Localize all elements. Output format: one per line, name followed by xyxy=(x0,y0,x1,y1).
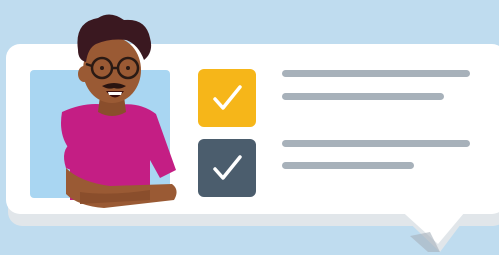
checklist-item-pending-checkbox[interactable] xyxy=(198,139,256,197)
checklist-item-done-text-line-1 xyxy=(282,70,470,77)
checklist-item-done-checkbox[interactable] xyxy=(198,69,256,127)
illustration-canvas xyxy=(0,0,499,255)
checklist-item-pending-text-line-1 xyxy=(282,140,470,147)
checklist-item-done-text-line-2 xyxy=(282,93,444,100)
checklist-item-pending-text-line-2 xyxy=(282,162,414,169)
checkmark-icon xyxy=(213,155,242,180)
person-with-glasses-icon xyxy=(61,14,177,208)
checkmark-icon xyxy=(213,85,242,110)
